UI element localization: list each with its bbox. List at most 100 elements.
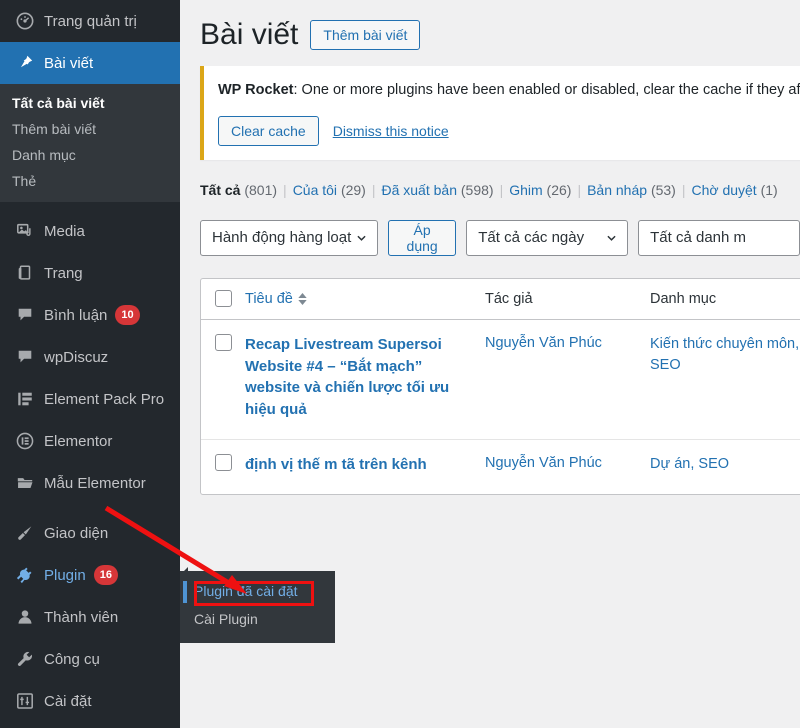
filter-count: (801): [244, 182, 277, 198]
dashboard-icon: [12, 12, 38, 30]
submenu-item-all-posts[interactable]: Tất cả bài viết: [0, 90, 180, 116]
sidebar-item-plugins[interactable]: Plugin 16: [0, 554, 180, 596]
column-header-author-label: Tác giả: [485, 291, 533, 307]
post-title-link[interactable]: Recap Livestream Supersoi Website #4 – “…: [245, 336, 449, 418]
plugins-flyout-menu: Plugin đã cài đặt Cài Plugin: [180, 571, 335, 643]
clear-cache-button[interactable]: Clear cache: [218, 116, 319, 146]
notice-actions: Clear cache Dismiss this notice: [218, 116, 800, 146]
bulk-actions-select[interactable]: Hành động hàng loạt: [200, 220, 378, 256]
row-author-cell: Nguyễn Văn Phúc: [485, 320, 650, 439]
sidebar-item-label: Mẫu Elementor: [44, 475, 146, 492]
category-filter-select[interactable]: Tất cả danh m: [638, 220, 800, 256]
row-select-cell: [201, 320, 245, 439]
pin-icon: [12, 54, 38, 72]
row-title-cell: định vị thế m tã trên kênh: [245, 440, 485, 494]
filter-count: (53): [651, 182, 676, 198]
sidebar-item-pages[interactable]: Trang: [0, 252, 180, 294]
sidebar-item-appearance[interactable]: Giao diện: [0, 512, 180, 554]
filter-link-all[interactable]: Tất cả (801): [200, 182, 277, 198]
filter-count: (29): [341, 182, 366, 198]
row-title-cell: Recap Livestream Supersoi Website #4 – “…: [245, 320, 485, 439]
sidebar-item-dashboard[interactable]: Trang quản trị: [0, 0, 180, 42]
apply-button[interactable]: Áp dụng: [388, 220, 456, 256]
filter-label: Tất cả: [200, 182, 240, 198]
sidebar-item-comments[interactable]: Bình luận 10: [0, 294, 180, 336]
column-header-category-label: Danh mục: [650, 291, 716, 307]
sidebar-item-element-pack-pro[interactable]: Element Pack Pro: [0, 378, 180, 420]
sidebar-item-label: wpDiscuz: [44, 349, 108, 366]
filter-count: (1): [761, 182, 778, 198]
plugins-update-badge: 16: [94, 565, 118, 585]
sidebar-divider: [0, 504, 180, 512]
filter-link-draft[interactable]: Bản nháp (53): [587, 182, 676, 198]
sidebar-item-elementor-templates[interactable]: Mẫu Elementor: [0, 462, 180, 504]
filter-count: (26): [547, 182, 572, 198]
filter-link-published[interactable]: Đã xuất bản (598): [381, 182, 493, 198]
element-pack-icon: [12, 390, 38, 408]
page-title: Bài viết: [200, 18, 298, 52]
filter-link-mine[interactable]: Của tôi (29): [293, 182, 366, 198]
submenu-item-add-post[interactable]: Thêm bài viết: [0, 116, 180, 142]
page-header: Bài viết Thêm bài viết: [200, 18, 800, 52]
table-header-row: Tiêu đề Tác giả Danh mục: [201, 279, 800, 320]
post-author-link[interactable]: Nguyễn Văn Phúc: [485, 335, 602, 351]
sidebar-item-label: Bài viết: [44, 55, 93, 72]
bulk-actions-value: Hành động hàng loạt: [212, 229, 351, 246]
row-checkbox[interactable]: [215, 454, 232, 471]
sidebar-item-label: Media: [44, 223, 85, 240]
post-status-filter-links: Tất cả (801)|Của tôi (29)|Đã xuất bản (5…: [200, 182, 800, 198]
appearance-brush-icon: [12, 524, 38, 542]
sidebar-item-tools[interactable]: Công cụ: [0, 638, 180, 680]
chevron-down-icon: [357, 235, 366, 241]
sidebar-item-posts[interactable]: Bài viết: [0, 42, 180, 84]
select-all-checkbox[interactable]: [215, 290, 232, 307]
post-category-links[interactable]: Kiến thức chuyên môn, SEO: [650, 336, 799, 373]
sidebar-item-users[interactable]: Thành viên: [0, 596, 180, 638]
sort-arrows-icon: [298, 293, 307, 305]
filter-label: Đã xuất bản: [381, 182, 457, 198]
sidebar-item-media[interactable]: Media: [0, 210, 180, 252]
wp-rocket-notice: WP Rocket: One or more plugins have been…: [200, 66, 800, 160]
user-icon: [12, 608, 38, 626]
filter-link-pending[interactable]: Chờ duyệt (1): [691, 182, 777, 198]
dismiss-notice-link[interactable]: Dismiss this notice: [333, 123, 449, 139]
media-icon: [12, 222, 38, 240]
comment-icon: [12, 348, 38, 366]
sidebar-item-settings[interactable]: Cài đặt: [0, 680, 180, 722]
filter-count: (598): [461, 182, 494, 198]
sidebar-item-label: Công cụ: [44, 651, 100, 668]
flyout-item-add-plugin[interactable]: Cài Plugin: [180, 605, 335, 633]
folder-icon: [12, 474, 38, 492]
submenu-item-categories[interactable]: Danh mục: [0, 142, 180, 168]
sidebar-item-elementor[interactable]: Elementor: [0, 420, 180, 462]
submenu-item-tags[interactable]: Thẻ: [0, 168, 180, 194]
table-row: Recap Livestream Supersoi Website #4 – “…: [201, 320, 800, 440]
sidebar-item-label: Cài đặt: [44, 693, 92, 710]
settings-sliders-icon: [12, 692, 38, 710]
plugin-icon: [12, 566, 38, 584]
comments-count-badge: 10: [115, 305, 139, 325]
column-header-title[interactable]: Tiêu đề: [245, 279, 485, 319]
post-category-links[interactable]: Dự án, SEO: [650, 456, 729, 472]
sidebar-item-label: Thành viên: [44, 609, 118, 626]
flyout-item-installed-plugins[interactable]: Plugin đã cài đặt: [180, 577, 335, 605]
row-checkbox[interactable]: [215, 334, 232, 351]
page-icon: [12, 264, 38, 282]
column-header-author: Tác giả: [485, 279, 650, 319]
select-all-cell: [201, 279, 245, 319]
sidebar-divider: [0, 202, 180, 210]
post-title-link[interactable]: định vị thế m tã trên kênh: [245, 456, 427, 473]
table-navigation-toolbar: Hành động hàng loạt Áp dụng Tất cả các n…: [200, 220, 800, 256]
sidebar-item-label: Bình luận: [44, 307, 107, 324]
post-author-link[interactable]: Nguyễn Văn Phúc: [485, 455, 602, 471]
filter-label: Bản nháp: [587, 182, 647, 198]
posts-submenu: Tất cả bài viết Thêm bài viết Danh mục T…: [0, 84, 180, 202]
date-filter-select[interactable]: Tất cả các ngày: [466, 220, 628, 256]
row-author-cell: Nguyễn Văn Phúc: [485, 440, 650, 494]
row-select-cell: [201, 440, 245, 494]
row-category-cell: Dự án, SEO: [650, 440, 800, 494]
add-new-post-button[interactable]: Thêm bài viết: [310, 20, 420, 50]
sidebar-item-wpdiscuz[interactable]: wpDiscuz: [0, 336, 180, 378]
filter-link-sticky[interactable]: Ghim (26): [509, 182, 571, 198]
sidebar-item-label: Elementor: [44, 433, 112, 450]
